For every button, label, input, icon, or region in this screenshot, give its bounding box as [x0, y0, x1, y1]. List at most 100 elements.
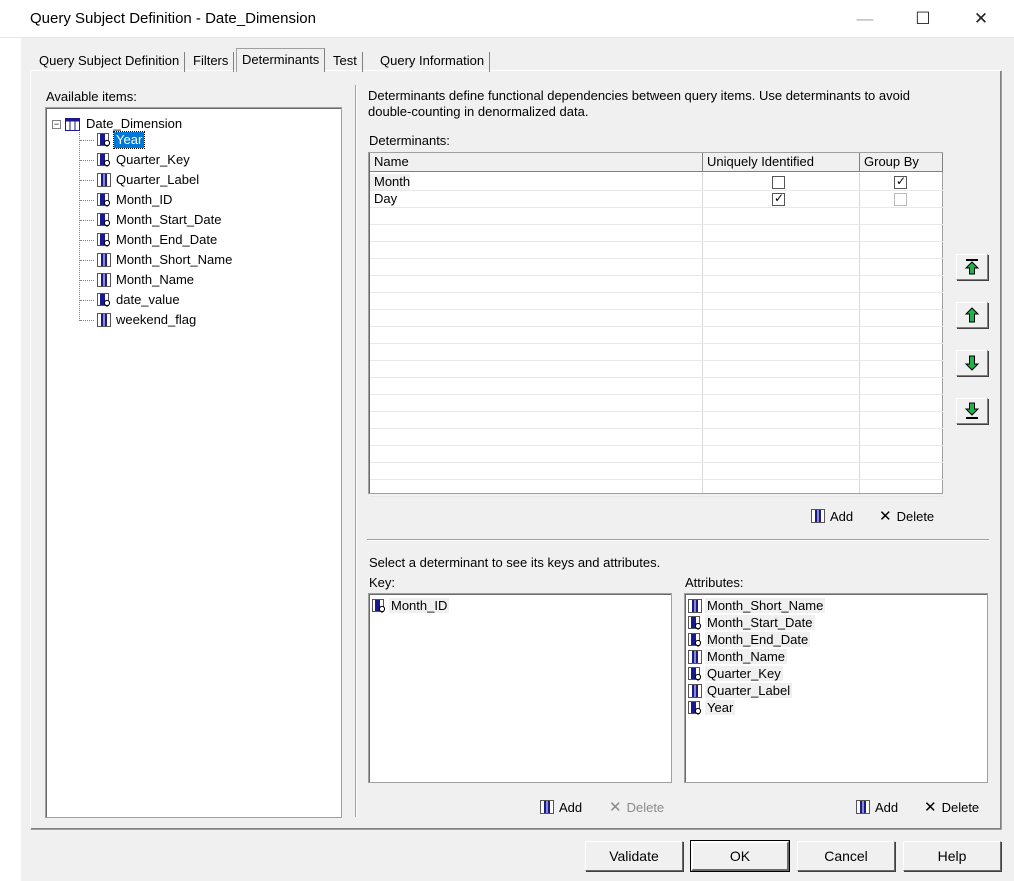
available-items-label: Available items: [46, 89, 137, 104]
grid-row-line [370, 394, 943, 395]
tree-item[interactable]: Month_Start_Date [80, 210, 234, 230]
list-item[interactable]: Quarter_Label [688, 682, 987, 699]
collapse-toggle-icon[interactable]: − [52, 119, 61, 129]
move-up-button[interactable] [956, 302, 988, 328]
tab-determinants[interactable]: Determinants [236, 48, 326, 72]
list-item[interactable]: Month_Start_Date [688, 614, 987, 631]
delete-determinant-label: Delete [896, 508, 935, 524]
list-item-label: Year [705, 700, 736, 715]
tree-item-label: Quarter_Label [116, 172, 200, 187]
table-row[interactable]: Day ✓ [370, 191, 943, 208]
move-to-top-button[interactable] [956, 254, 988, 280]
key-column-icon [97, 153, 111, 167]
column-icon [856, 800, 870, 814]
group-by-checkbox[interactable] [894, 193, 907, 206]
delete-x-icon: ✕ [879, 507, 892, 525]
determinants-grid[interactable]: Name Uniquely Identified Group By Month … [368, 152, 943, 497]
attributes-list[interactable]: Month_Short_Name Month_Start_Date Month_En… [684, 593, 988, 783]
grid-row-line [370, 496, 943, 497]
column-header-name[interactable]: Name [370, 153, 703, 172]
delete-attribute-button[interactable]: ✕ Delete [924, 797, 979, 817]
attributes-label: Attributes: [685, 575, 744, 590]
determinant-name: Month [370, 174, 411, 190]
delete-x-icon: ✕ [609, 798, 622, 816]
key-column-icon [97, 233, 111, 247]
grid-row-line [370, 377, 943, 378]
tree-item-label: Month_Short_Name [116, 252, 233, 267]
tree-item[interactable]: Month_Short_Name [80, 250, 234, 270]
tab-filters[interactable]: Filters [188, 52, 235, 72]
column-icon [97, 273, 111, 287]
delete-determinant-button[interactable]: ✕ Delete [879, 506, 934, 526]
table-row[interactable]: Month ✓ [370, 174, 943, 191]
tree-connector [80, 219, 94, 221]
grid-row-line [370, 360, 943, 361]
move-down-button[interactable] [956, 350, 988, 376]
group-by-checkbox[interactable]: ✓ [894, 174, 907, 189]
column-icon [688, 649, 702, 664]
tree-item[interactable]: Month_End_Date [80, 230, 234, 250]
add-key-button[interactable]: Add [540, 797, 582, 817]
tree-connector [80, 179, 94, 181]
key-list[interactable]: Month_ID [368, 593, 672, 783]
column-icon [97, 313, 111, 327]
tree-item-label: Year [112, 131, 146, 149]
tree-item-label: Month_End_Date [116, 232, 218, 247]
tree-item[interactable]: Quarter_Label [80, 170, 234, 190]
tree-connector [80, 199, 94, 201]
add-determinant-label: Add [830, 508, 854, 524]
tree-connector [80, 279, 94, 281]
tree-item[interactable]: Month_Name [80, 270, 234, 290]
delete-key-button[interactable]: ✕ Delete [609, 797, 664, 817]
add-attribute-button[interactable]: Add [856, 797, 898, 817]
tree-connector [80, 259, 94, 261]
list-item[interactable]: Month_End_Date [688, 631, 987, 648]
title-bar: Query Subject Definition - Date_Dimensio… [0, 0, 1014, 38]
column-icon [688, 683, 702, 698]
determinant-name: Day [374, 191, 398, 206]
uniquely-identified-checkbox[interactable]: ✓ [772, 191, 785, 206]
key-column-icon [688, 700, 702, 715]
uniquely-identified-checkbox[interactable] [772, 176, 785, 189]
maximize-button[interactable]: ☐ [900, 0, 946, 38]
column-header-group-by[interactable]: Group By [860, 153, 943, 172]
checkmark-icon: ✓ [896, 174, 907, 188]
close-button[interactable]: ✕ [958, 0, 1004, 38]
ok-button[interactable]: OK [690, 840, 790, 872]
tree-item-label: Month_Name [116, 272, 195, 287]
section-divider [367, 539, 989, 540]
list-item[interactable]: Month_Short_Name [688, 597, 987, 614]
tree-connector [80, 159, 94, 161]
tree-item[interactable]: Quarter_Key [80, 150, 234, 170]
tree-item[interactable]: date_value [80, 290, 234, 310]
column-header-uniquely-identified[interactable]: Uniquely Identified [703, 153, 860, 172]
minimize-button[interactable]: — [842, 0, 888, 38]
tab-query-subject-definition[interactable]: Query Subject Definition [34, 52, 186, 72]
grid-row-line [370, 241, 943, 242]
list-item[interactable]: Month_ID [372, 597, 671, 614]
tree-item[interactable]: Year [80, 130, 234, 150]
list-item[interactable]: Month_Name [688, 648, 987, 665]
tree-item[interactable]: weekend_flag [80, 310, 234, 330]
available-items-tree[interactable]: − Date_Dimension Year Quarter_Key Quarter_… [45, 107, 342, 818]
list-item-label: Quarter_Label [705, 683, 793, 698]
tab-query-information[interactable]: Query Information [375, 52, 491, 72]
key-column-icon [688, 632, 702, 647]
grid-row-line [370, 309, 943, 310]
tree-item-label: date_value [116, 292, 180, 307]
cancel-button[interactable]: Cancel [797, 841, 895, 871]
column-icon [811, 509, 825, 523]
key-column-icon [688, 615, 702, 630]
list-item[interactable]: Quarter_Key [688, 665, 987, 682]
validate-button[interactable]: Validate [585, 841, 683, 871]
tree-item[interactable]: Month_ID [80, 190, 234, 210]
panel-divider [355, 85, 356, 817]
list-item[interactable]: Year [688, 699, 987, 716]
grid-row-line [370, 258, 943, 259]
tab-test[interactable]: Test [328, 52, 363, 72]
list-item-label: Month_Name [705, 649, 788, 664]
move-to-bottom-button[interactable] [956, 398, 988, 424]
determinants-description: Determinants define functional dependenc… [368, 88, 910, 119]
add-determinant-button[interactable]: Add [811, 506, 853, 526]
help-button[interactable]: Help [903, 841, 1001, 871]
